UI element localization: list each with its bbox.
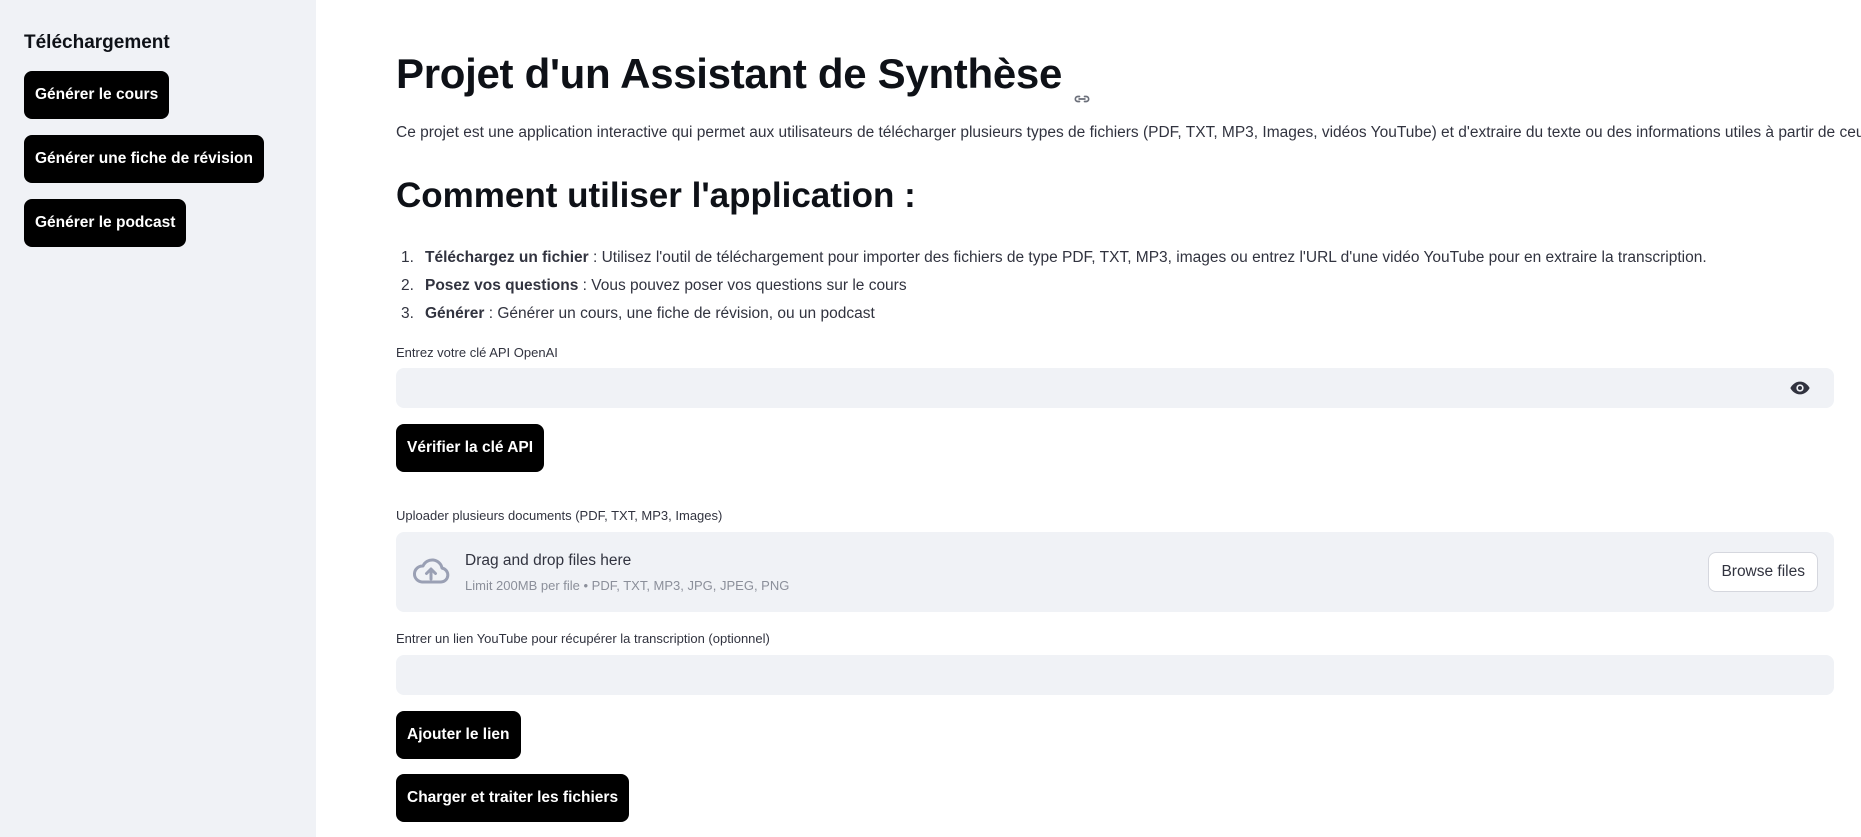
page-title: Projet d'un Assistant de Synthèse bbox=[396, 50, 1063, 97]
step-title: Générer bbox=[425, 305, 485, 322]
sidebar: Téléchargement Générer le cours Générer … bbox=[0, 0, 316, 837]
generate-course-button[interactable]: Générer le cours bbox=[24, 71, 170, 119]
api-key-label: Entrez votre clé API OpenAI bbox=[396, 345, 558, 360]
uploader-label: Uploader plusieurs documents (PDF, TXT, … bbox=[396, 508, 723, 523]
browse-files-button[interactable]: Browse files bbox=[1708, 552, 1818, 592]
step-text: : Vous pouvez poser vos questions sur le… bbox=[578, 277, 907, 294]
page-title-row: Projet d'un Assistant de Synthèse bbox=[396, 50, 1092, 103]
step-text: : Utilisez l'outil de téléchargement pou… bbox=[588, 249, 1707, 266]
intro-text: Ce projet est une application interactiv… bbox=[396, 124, 1861, 141]
main-content: Projet d'un Assistant de Synthèse Ce pro… bbox=[316, 0, 1861, 837]
youtube-link-label: Entrer un lien YouTube pour récupérer la… bbox=[396, 631, 770, 646]
generate-revision-sheet-button[interactable]: Générer une fiche de révision bbox=[24, 135, 264, 183]
api-key-input[interactable] bbox=[396, 368, 1834, 408]
list-item: 2. Posez vos questions : Vous pouvez pos… bbox=[396, 272, 1707, 300]
step-text: : Générer un cours, une fiche de révisio… bbox=[484, 305, 875, 322]
sidebar-title: Téléchargement bbox=[24, 32, 170, 53]
link-icon[interactable] bbox=[1072, 71, 1092, 103]
youtube-link-input[interactable] bbox=[396, 655, 1834, 695]
step-number: 1. bbox=[401, 249, 414, 266]
eye-icon[interactable] bbox=[1789, 377, 1811, 399]
step-title: Posez vos questions bbox=[425, 277, 579, 294]
list-item: 3. Générer : Générer un cours, une fiche… bbox=[396, 300, 1707, 328]
step-number: 2. bbox=[401, 277, 414, 294]
file-dropzone[interactable]: Drag and drop files here Limit 200MB per… bbox=[396, 532, 1834, 612]
list-item: 1. Téléchargez un fichier : Utilisez l'o… bbox=[396, 244, 1707, 272]
dropzone-title: Drag and drop files here bbox=[465, 552, 632, 569]
step-title: Téléchargez un fichier bbox=[425, 249, 589, 266]
section-heading: Comment utiliser l'application : bbox=[396, 176, 916, 215]
add-link-button[interactable]: Ajouter le lien bbox=[396, 711, 521, 759]
dropzone-limit: Limit 200MB per file • PDF, TXT, MP3, JP… bbox=[465, 578, 790, 593]
verify-api-key-button[interactable]: Vérifier la clé API bbox=[396, 424, 545, 472]
process-files-button[interactable]: Charger et traiter les fichiers bbox=[396, 774, 630, 822]
step-number: 3. bbox=[401, 305, 414, 322]
cloud-upload-icon bbox=[411, 552, 451, 592]
steps-list: 1. Téléchargez un fichier : Utilisez l'o… bbox=[396, 244, 1707, 328]
generate-podcast-button[interactable]: Générer le podcast bbox=[24, 199, 187, 247]
